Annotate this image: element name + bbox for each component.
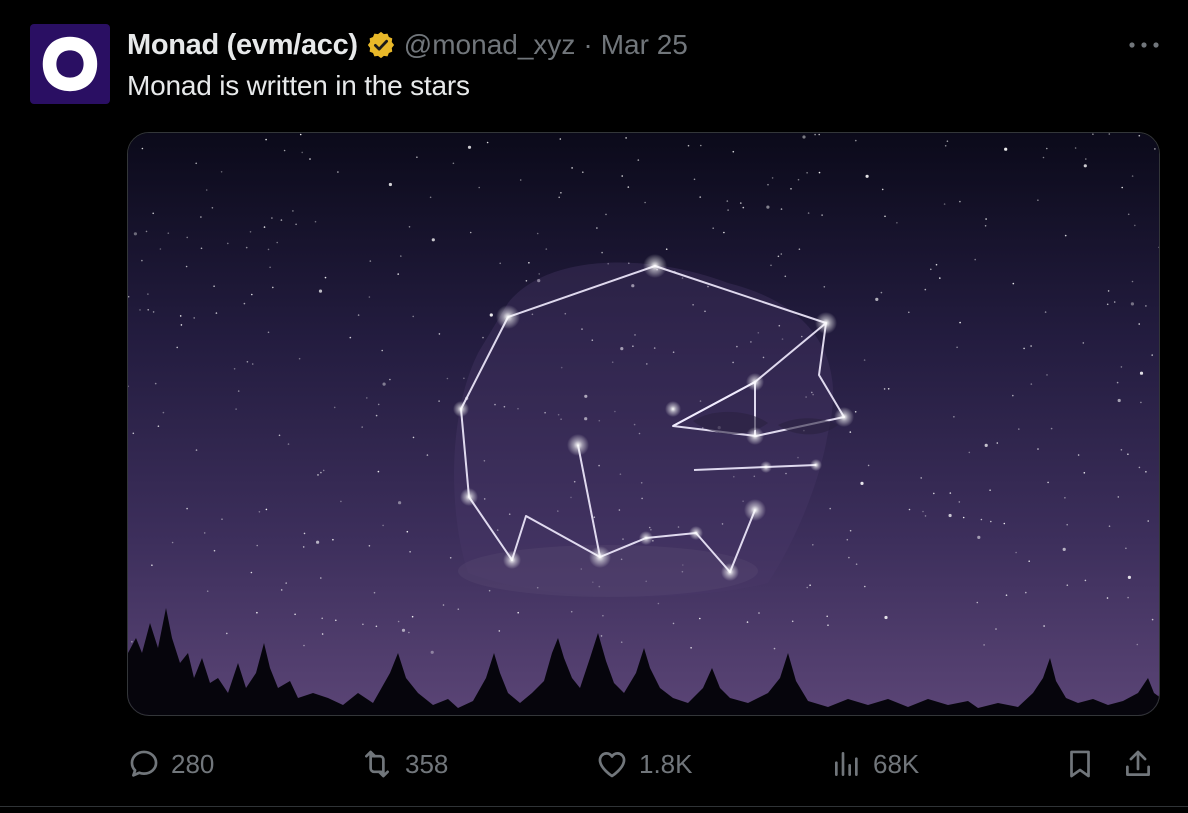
views-count: 68K [873, 748, 920, 779]
reply-count: 280 [171, 748, 215, 779]
share-icon [1126, 750, 1150, 776]
bookmark-button[interactable] [1063, 740, 1107, 788]
views-button[interactable]: 68K [831, 740, 919, 788]
more-button[interactable] [1126, 30, 1162, 60]
heart-icon [598, 752, 626, 778]
more-icon [1129, 42, 1159, 48]
author-name[interactable]: Monad (evm/acc) [127, 29, 358, 62]
header-separator: · [583, 29, 593, 60]
reply-button[interactable]: 280 [127, 740, 214, 788]
like-count: 1.8K [639, 748, 693, 779]
monad-logo-icon [42, 36, 98, 92]
bottom-divider [0, 806, 1188, 807]
views-icon [835, 752, 858, 776]
tweet-text: Monad is written in the stars [127, 70, 470, 101]
repost-count: 358 [405, 748, 449, 779]
reply-icon [130, 750, 158, 777]
tweet-actions: 280 358 1.8K 68K [127, 740, 1160, 788]
repost-button[interactable]: 358 [359, 740, 448, 788]
tweet-header: Monad (evm/acc) @monad_xyz · Mar 25 [127, 26, 688, 64]
tweet-image[interactable] [127, 132, 1160, 716]
bookmark-icon [1070, 750, 1090, 778]
tweet[interactable]: Monad (evm/acc) @monad_xyz · Mar 25 Mona… [0, 0, 1188, 813]
like-button[interactable]: 1.8K [595, 740, 693, 788]
post-date[interactable]: Mar 25 [601, 29, 688, 61]
share-button[interactable] [1121, 740, 1165, 788]
verified-badge-icon[interactable] [366, 30, 396, 60]
avatar[interactable] [30, 24, 110, 104]
author-handle[interactable]: @monad_xyz [404, 29, 576, 61]
constellation-image [128, 133, 1159, 715]
repost-icon [365, 750, 389, 778]
